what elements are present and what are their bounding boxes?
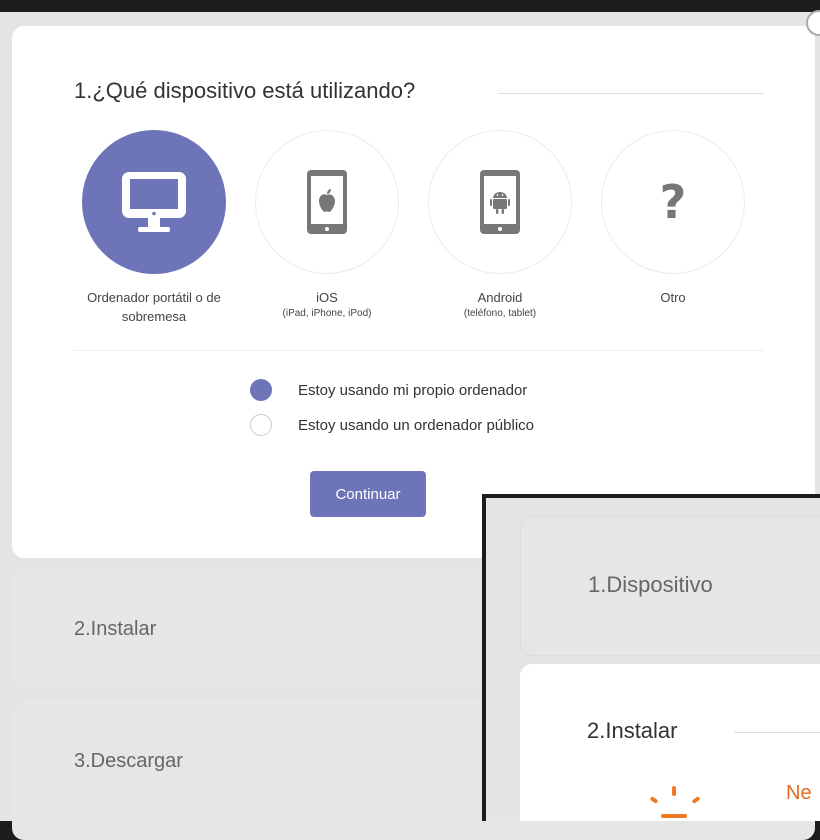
device-option-desktop[interactable]: Ordenador portátil o de sobremesa bbox=[82, 130, 226, 326]
radio-button-checked[interactable] bbox=[250, 379, 272, 401]
overlay-step1-card[interactable]: 1.Dispositivo bbox=[520, 516, 820, 656]
device-circle-ios[interactable] bbox=[255, 130, 399, 274]
ios-tablet-icon bbox=[307, 170, 347, 234]
overlay-step2-card: 2.Instalar Ne bbox=[520, 664, 820, 821]
overlay-next-text: Ne bbox=[786, 782, 812, 804]
device-label-ios: iOS bbox=[316, 290, 338, 305]
device-label-android: Android bbox=[477, 290, 523, 305]
radio-label-public-computer: Estoy usando un ordenador público bbox=[298, 416, 535, 434]
overlay-step2-title: 2.Instalar bbox=[587, 718, 678, 743]
device-option-ios[interactable]: iOS (iPad, iPhone, iPod) bbox=[255, 130, 399, 321]
radio-label-own-computer: Estoy usando mi propio ordenador bbox=[298, 381, 528, 399]
overlay-screenshot: 1.Dispositivo 2.Instalar Ne bbox=[482, 494, 820, 821]
device-option-android[interactable]: Android (teléfono, tablet) bbox=[428, 130, 572, 321]
radio-public-computer[interactable]: Estoy usando un ordenador público bbox=[250, 412, 534, 438]
question-mark-icon: ? bbox=[659, 175, 687, 229]
continue-button[interactable]: Continuar bbox=[310, 471, 426, 517]
device-label-other: Otro bbox=[660, 290, 686, 305]
device-circle-other[interactable]: ? bbox=[601, 130, 745, 274]
device-circle-android[interactable] bbox=[428, 130, 572, 274]
step1-card: 1.¿Qué dispositivo está utilizando? Orde… bbox=[12, 26, 815, 558]
step2-title: 2.Instalar bbox=[74, 618, 157, 640]
device-sub-ios: (iPad, iPhone, iPod) bbox=[282, 308, 372, 319]
step1-header: 1.¿Qué dispositivo está utilizando? bbox=[74, 78, 764, 108]
device-sub-android: (teléfono, tablet) bbox=[463, 308, 537, 319]
device-option-other[interactable]: ? Otro bbox=[601, 130, 745, 307]
device-circle-desktop[interactable] bbox=[82, 130, 226, 274]
title-divider bbox=[498, 93, 764, 94]
desktop-monitor-icon bbox=[122, 172, 186, 232]
radio-own-computer[interactable]: Estoy usando mi propio ordenador bbox=[250, 377, 527, 403]
step1-title: 1.¿Qué dispositivo está utilizando? bbox=[74, 78, 416, 103]
device-label-desktop: Ordenador portátil o de sobremesa bbox=[87, 290, 221, 324]
radio-button-unchecked[interactable] bbox=[250, 414, 272, 436]
android-tablet-icon bbox=[480, 170, 520, 234]
section-divider bbox=[74, 350, 764, 351]
top-dark-bar bbox=[0, 0, 820, 12]
overlay-step1-title: 1.Dispositivo bbox=[588, 572, 713, 597]
overlay-title-divider bbox=[734, 732, 820, 733]
step3-title: 3.Descargar bbox=[74, 750, 183, 772]
